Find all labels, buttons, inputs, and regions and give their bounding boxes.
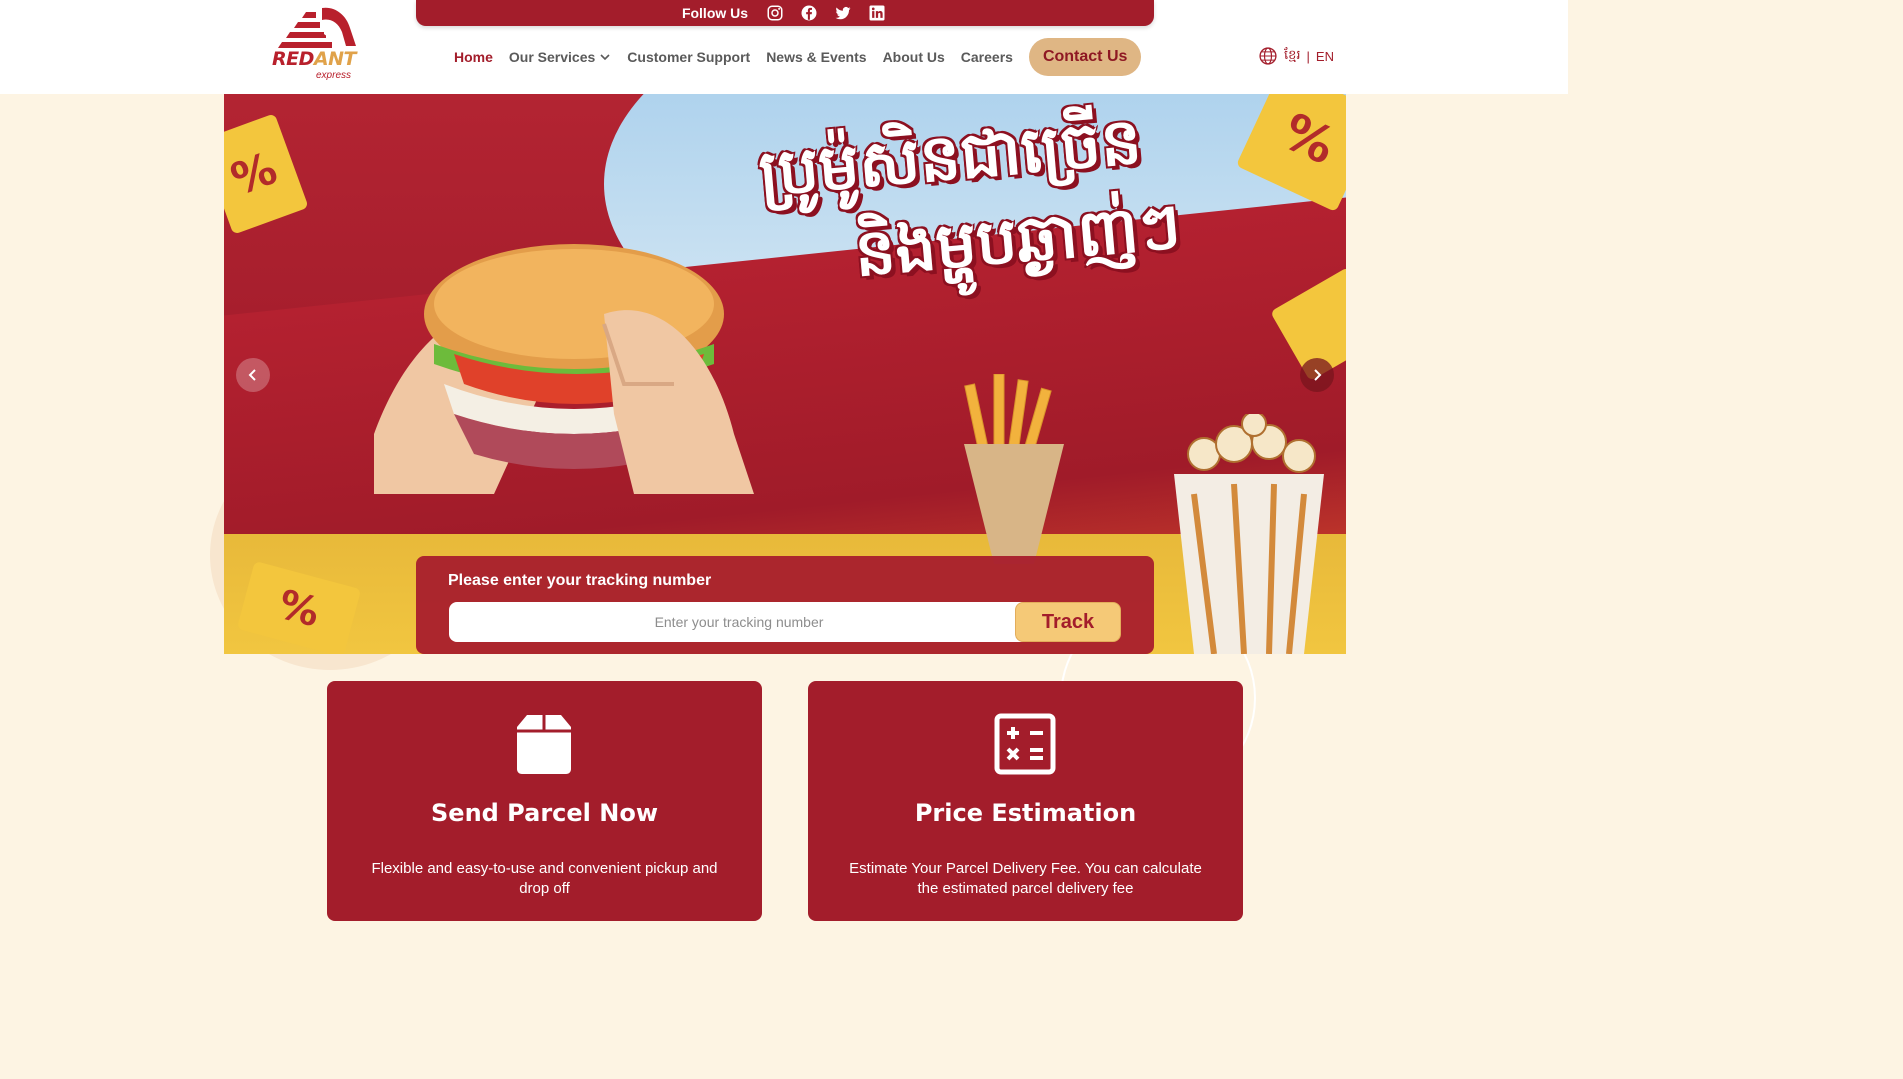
brand-tagline: express [316,70,352,81]
chevron-left-icon [248,369,256,381]
brand-logo[interactable]: REDANT express [272,6,366,82]
nav-item-home[interactable]: Home [454,49,493,65]
nav-item-our-services[interactable]: Our Services [509,49,611,65]
main-nav: Home Our Services Customer Support News … [454,38,1142,76]
tracking-number-input[interactable] [449,602,1029,642]
brand-wordmark: REDANT [272,48,356,70]
card-title: Price Estimation [914,799,1137,827]
send-parcel-card[interactable]: Send Parcel Now Flexible and easy-to-use… [327,681,762,921]
globe-icon [1259,47,1277,65]
linkedin-icon[interactable] [866,2,888,24]
discount-tag-image: % [224,113,309,235]
instagram-icon[interactable] [764,2,786,24]
language-km[interactable]: ខ្មែរ [1284,47,1301,66]
language-en[interactable]: EN [1316,49,1334,64]
price-estimation-card[interactable]: Price Estimation Estimate Your Parcel De… [808,681,1243,921]
carousel-prev-button[interactable] [236,358,270,392]
calculator-icon [994,713,1056,775]
follow-us-bar: Follow Us [416,0,1154,26]
nav-item-customer-support[interactable]: Customer Support [627,49,750,65]
milkshake-image [1174,414,1324,654]
tracking-panel: Please enter your tracking number Track [416,556,1154,654]
carousel-next-button[interactable] [1300,358,1334,392]
chevron-down-icon [600,54,610,61]
nav-item-about-us[interactable]: About Us [883,49,945,65]
site-header: REDANT express Follow Us Home Our Servic… [0,0,1568,94]
fries-image [964,374,1064,564]
language-switcher[interactable]: ខ្មែរ | EN [1258,46,1334,66]
card-description: Flexible and easy-to-use and convenient … [371,860,718,897]
nav-item-label: Our Services [508,49,596,65]
twitter-icon[interactable] [832,2,854,24]
facebook-icon[interactable] [798,2,820,24]
package-icon [517,715,571,774]
burger-image [374,244,754,494]
card-description: Estimate Your Parcel Delivery Fee. You c… [849,860,1202,897]
chevron-right-icon [1314,369,1322,381]
contact-us-button[interactable]: Contact Us [1028,38,1142,76]
track-button[interactable]: Track [1015,602,1121,642]
follow-us-label: Follow Us [681,5,749,21]
card-title: Send Parcel Now [431,799,658,827]
nav-item-careers[interactable]: Careers [961,49,1013,65]
language-separator: | [1306,48,1310,64]
ant-mark-icon [278,7,356,48]
tracking-title: Please enter your tracking number [448,572,712,589]
nav-item-news-events[interactable]: News & Events [766,49,866,65]
